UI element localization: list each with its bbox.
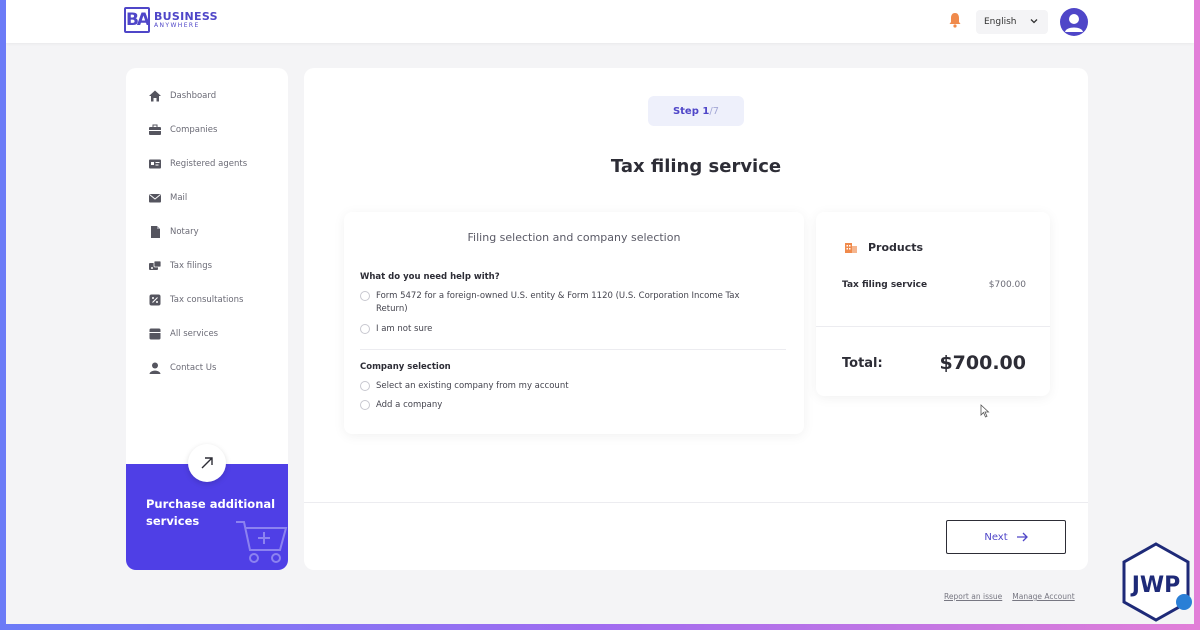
option-label: Form 5472 for a foreign-owned U.S. entit…: [376, 291, 740, 314]
step-indicator: Step 1/7: [648, 96, 744, 126]
logo-mark: BA: [124, 7, 150, 33]
briefcase-icon: [149, 124, 161, 135]
divider: [360, 349, 786, 350]
radio-existing-company[interactable]: [360, 381, 370, 391]
divider: [816, 326, 1050, 327]
option-not-sure[interactable]: I am not sure: [360, 323, 432, 336]
report-issue-link[interactable]: Report an issue: [944, 592, 1002, 601]
form-heading: Filing selection and company selection: [467, 231, 681, 244]
total-value: $700.00: [939, 352, 1026, 374]
chevron-down-icon: [1030, 19, 1038, 24]
id-card-icon: [149, 159, 161, 169]
user-icon: [1065, 14, 1083, 32]
page-title: Tax filing service: [610, 156, 782, 177]
sidebar-item-notary[interactable]: Notary: [148, 224, 199, 240]
main-panel: Step 1/7 Tax filing service Filing selec…: [304, 68, 1088, 570]
language-value: English: [984, 17, 1017, 27]
mail-icon: [149, 194, 161, 203]
sidebar-item-contact-us[interactable]: Contact Us: [148, 360, 216, 376]
next-button[interactable]: Next: [946, 520, 1066, 554]
option-form-5472[interactable]: Form 5472 for a foreign-owned U.S. entit…: [360, 290, 760, 316]
cart-icon: [236, 521, 288, 563]
option-label: Add a company: [376, 400, 443, 410]
option-add-company[interactable]: Add a company: [360, 399, 442, 412]
next-label: Next: [984, 531, 1008, 543]
total-row: Total: $700.00: [842, 352, 1026, 374]
products-heading: Products: [844, 240, 923, 254]
svg-text:JWP: JWP: [1130, 573, 1181, 598]
tax-icon: [149, 260, 162, 270]
building-icon: [845, 243, 857, 253]
jwp-watermark-logo: JWP: [1122, 542, 1192, 622]
option-label: I am not sure: [376, 324, 433, 334]
sidebar-item-dashboard[interactable]: Dashboard: [148, 88, 216, 104]
top-header: BA BUSINESS ANYWHERE English: [6, 0, 1194, 43]
sidebar: Dashboard Companies Registered agents Ma…: [126, 68, 288, 570]
footer-links: Report an issue Manage Account: [944, 592, 1075, 601]
option-existing-company[interactable]: Select an existing company from my accou…: [360, 380, 569, 393]
arrow-up-right-icon: [201, 457, 213, 469]
product-price: $700.00: [988, 280, 1026, 290]
sidebar-item-mail[interactable]: Mail: [148, 190, 187, 206]
product-name: Tax filing service: [842, 280, 928, 290]
avatar[interactable]: [1060, 8, 1088, 36]
product-line: Tax filing service $700.00: [842, 280, 1026, 290]
person-icon: [149, 362, 161, 374]
language-select[interactable]: English: [976, 10, 1048, 34]
footer-divider: [304, 502, 1088, 503]
radio-add-company[interactable]: [360, 400, 370, 410]
radio-not-sure[interactable]: [360, 324, 370, 334]
help-question: What do you need help with?: [360, 272, 500, 282]
company-heading: Company selection: [360, 362, 451, 372]
step-current: Step 1: [672, 105, 710, 117]
radio-form-5472[interactable]: [360, 291, 370, 301]
promo-open-button[interactable]: [188, 444, 226, 482]
brand-logo[interactable]: BA BUSINESS ANYWHERE: [124, 7, 218, 33]
bell-icon[interactable]: [948, 12, 962, 28]
option-label: Select an existing company from my accou…: [376, 381, 569, 391]
manage-account-link[interactable]: Manage Account: [1012, 592, 1074, 601]
filing-form-card: Filing selection and company selection W…: [344, 212, 804, 434]
app-frame: BA BUSINESS ANYWHERE English Dashboard C…: [6, 0, 1194, 624]
document-icon: [151, 226, 160, 238]
arrow-right-icon: [1016, 532, 1028, 542]
sidebar-item-registered-agents[interactable]: Registered agents: [148, 156, 247, 172]
percent-icon: [149, 294, 161, 306]
sidebar-item-all-services[interactable]: All services: [148, 326, 218, 342]
box-icon: [149, 328, 161, 340]
logo-line1: BUSINESS: [154, 10, 218, 23]
products-summary: Products Tax filing service $700.00 Tota…: [816, 212, 1050, 396]
total-label: Total:: [842, 355, 883, 371]
sidebar-item-tax-consultations[interactable]: Tax consultations: [148, 292, 243, 308]
sidebar-item-tax-filings[interactable]: Tax filings: [148, 258, 212, 274]
mouse-cursor-icon: [980, 404, 990, 418]
logo-line2: ANYWHERE: [154, 22, 200, 29]
sidebar-item-companies[interactable]: Companies: [148, 122, 217, 138]
step-total: /7: [709, 105, 720, 117]
home-icon: [149, 90, 161, 102]
